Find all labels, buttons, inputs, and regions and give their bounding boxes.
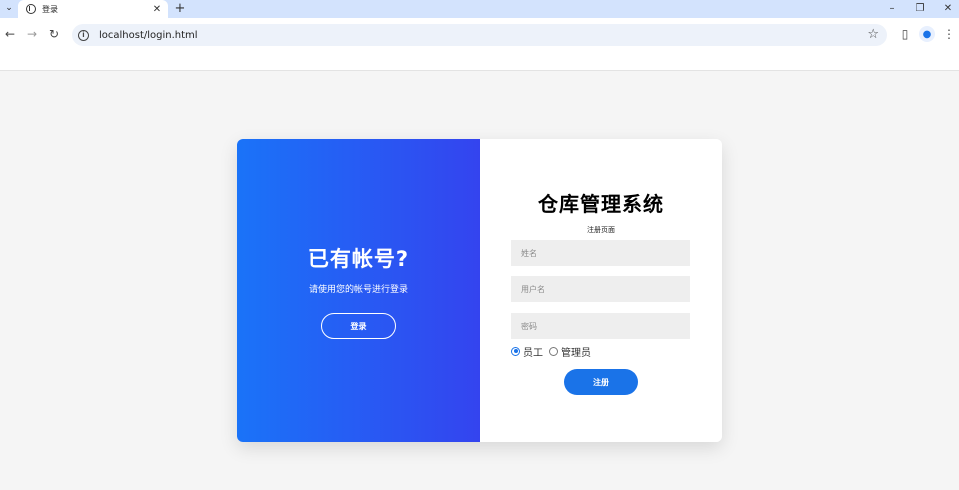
radio-employee-label[interactable]: 员工 <box>523 344 543 359</box>
globe-icon <box>26 4 36 14</box>
register-button[interactable]: 注册 <box>564 369 638 395</box>
star-icon[interactable]: ☆ <box>867 27 879 42</box>
auth-card: 已有帐号? 请使用您的帐号进行登录 登录 仓库管理系统 注册页面 员工 管理员 … <box>237 139 722 442</box>
side-panel-icon: ▯ <box>901 27 909 41</box>
register-panel: 仓库管理系统 注册页面 员工 管理员 注册 <box>480 139 722 442</box>
radio-admin[interactable] <box>549 346 558 356</box>
arrow-left-icon: ← <box>4 27 16 41</box>
role-selector: 员工 管理员 <box>511 344 597 359</box>
page-header-strip <box>0 52 959 71</box>
profile-button[interactable]: ● <box>919 26 935 42</box>
arrow-right-icon: → <box>26 27 38 41</box>
profile-icon: ● <box>922 28 932 40</box>
back-button[interactable]: ← <box>2 26 18 42</box>
browser-toolbar: ← → ↻ i localhost/login.html ☆ ▯ ● ⋮ <box>0 18 959 52</box>
name-input[interactable] <box>511 240 690 266</box>
restore-button[interactable]: ❐ <box>906 0 934 16</box>
side-panel-button[interactable]: ▯ <box>897 26 913 42</box>
tab-strip: ⌄ 登录 ✕ + – ❐ ✕ <box>0 0 959 18</box>
info-icon[interactable]: i <box>78 29 89 41</box>
forward-button[interactable]: → <box>24 26 40 42</box>
radio-employee[interactable] <box>511 346 520 356</box>
tab-search-button[interactable]: ⌄ <box>2 1 16 15</box>
system-title: 仓库管理系统 <box>538 192 664 216</box>
new-tab-button[interactable]: + <box>173 0 187 16</box>
address-bar[interactable]: i localhost/login.html ☆ <box>72 24 887 46</box>
have-account-title: 已有帐号? <box>307 247 410 271</box>
register-page-subtitle: 注册页面 <box>587 226 615 234</box>
chevron-down-icon: ⌄ <box>5 3 13 13</box>
reload-icon: ↻ <box>48 27 60 41</box>
browser-menu-button[interactable]: ⋮ <box>941 26 957 42</box>
tab-title: 登录 <box>42 4 58 14</box>
password-input[interactable] <box>511 313 690 339</box>
minimize-button[interactable]: – <box>878 0 906 16</box>
radio-admin-label[interactable]: 管理员 <box>561 344 591 359</box>
kebab-menu-icon: ⋮ <box>943 27 955 41</box>
login-button[interactable]: 登录 <box>321 313 396 339</box>
url-text[interactable]: localhost/login.html <box>99 30 198 41</box>
window-close-button[interactable]: ✕ <box>934 0 959 16</box>
login-hint-text: 请使用您的帐号进行登录 <box>308 285 408 295</box>
tab-close-button[interactable]: ✕ <box>150 4 164 15</box>
tab-login[interactable]: 登录 ✕ <box>18 0 168 18</box>
reload-button[interactable]: ↻ <box>46 26 62 42</box>
login-prompt-panel: 已有帐号? 请使用您的帐号进行登录 登录 <box>237 139 480 442</box>
username-input[interactable] <box>511 276 690 302</box>
